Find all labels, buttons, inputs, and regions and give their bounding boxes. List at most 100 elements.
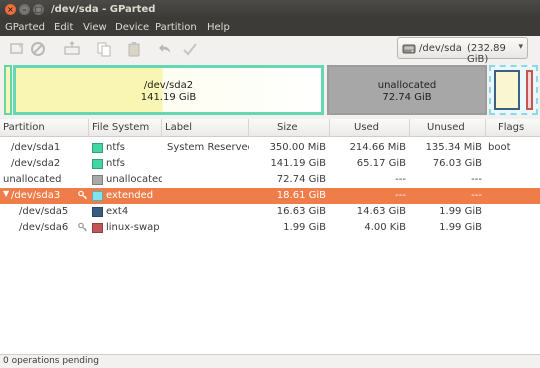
cell-used: 214.66 MiB — [349, 142, 406, 153]
column-header-file-system[interactable]: File System — [89, 119, 162, 137]
column-header-used[interactable]: Used — [330, 119, 410, 137]
column-header-unused[interactable]: Unused — [410, 119, 486, 137]
copy-icon[interactable] — [96, 41, 112, 57]
key-icon — [78, 190, 88, 203]
graphic-unallocated-size: 72.74 GiB — [382, 92, 432, 103]
cell-file-system: extended — [106, 190, 154, 201]
cell-label — [167, 172, 249, 188]
table-row[interactable]: /dev/sda5 ext4 16.63 GiB 14.63 GiB 1.99 GiB — [0, 204, 540, 220]
cell-flags — [488, 156, 538, 172]
table-row[interactable]: /dev/sda2 ntfs 141.19 GiB 65.17 GiB 76.03 Gi… — [0, 156, 540, 172]
device-name: /dev/sda — [419, 43, 462, 54]
menu-bar: GParted Edit View Device Partition Help — [0, 19, 540, 36]
partition-table: Partition File System Label Size Used Un… — [0, 119, 540, 354]
cell-used: --- — [395, 174, 406, 185]
window-title: /dev/sda - GParted — [51, 4, 156, 15]
column-header-label[interactable]: Label — [162, 119, 249, 137]
cell-unused: 135.34 MiB — [425, 142, 482, 153]
column-header-flags[interactable]: Flags — [486, 119, 540, 137]
graphic-sda2-size: 141.19 GiB — [140, 92, 197, 103]
filesystem-color-swatch — [92, 159, 103, 169]
cell-size: 350.00 MiB — [269, 142, 326, 153]
table-header: Partition File System Label Size Used Un… — [0, 119, 540, 137]
expander-icon[interactable]: ▼ — [3, 189, 9, 198]
cell-unused: --- — [471, 174, 482, 185]
cell-size: 141.19 GiB — [270, 158, 326, 169]
table-row[interactable]: /dev/sda1 ntfs System Reserved 350.00 MiB 21… — [0, 140, 540, 156]
menu-partition[interactable]: Partition — [155, 22, 197, 33]
filesystem-color-swatch — [92, 143, 103, 153]
delete-partition-icon[interactable] — [30, 41, 46, 57]
cell-file-system: ext4 — [106, 206, 129, 217]
cell-partition: /dev/sda5 — [19, 206, 69, 217]
cell-unused: 1.99 GiB — [439, 206, 482, 217]
cell-used: --- — [395, 190, 406, 201]
filesystem-color-swatch — [92, 191, 103, 201]
table-row[interactable]: /dev/sda6 linux-swap 1.99 GiB 4.00 KiB 1.99 … — [0, 220, 540, 236]
cell-label — [167, 188, 249, 204]
cell-flags — [488, 204, 538, 220]
graphic-sda2-name: /dev/sda2 — [143, 80, 194, 91]
hard-disk-icon — [402, 44, 416, 54]
cell-used: 4.00 KiB — [364, 222, 406, 233]
cell-size: 1.99 GiB — [283, 222, 326, 233]
cell-unused: --- — [471, 190, 482, 201]
cell-partition: unallocated — [3, 174, 62, 185]
menu-gparted[interactable]: GParted — [5, 22, 45, 33]
filesystem-color-swatch — [92, 223, 103, 233]
gparted-window: × – □ /dev/sda - GParted GParted Edit Vi… — [0, 0, 540, 368]
menu-help[interactable]: Help — [207, 22, 230, 33]
new-partition-icon[interactable] — [9, 41, 25, 57]
column-header-partition[interactable]: Partition — [0, 119, 89, 137]
key-icon — [78, 222, 88, 235]
cell-flags: boot — [488, 142, 511, 153]
cell-size: 72.74 GiB — [276, 174, 326, 185]
graphic-partition-sda5[interactable] — [494, 70, 520, 110]
graphic-unallocated[interactable]: unallocated 72.74 GiB — [327, 65, 487, 115]
cell-label: System Reserved — [167, 142, 249, 153]
cell-label — [167, 156, 249, 172]
cell-label — [167, 204, 249, 220]
cell-file-system: linux-swap — [106, 222, 160, 233]
graphic-unallocated-name: unallocated — [377, 80, 437, 91]
minimize-window-button[interactable]: – — [19, 4, 30, 15]
table-row[interactable]: ▼/dev/sda3 extended 18.61 GiB --- --- — [0, 188, 540, 204]
maximize-window-button[interactable]: □ — [33, 4, 44, 15]
menu-device[interactable]: Device — [115, 22, 149, 33]
cell-size: 16.63 GiB — [276, 206, 326, 217]
graphic-extended-sda3[interactable] — [489, 65, 538, 115]
filesystem-color-swatch — [92, 207, 103, 217]
resize-move-icon[interactable] — [64, 41, 80, 57]
cell-partition: /dev/sda1 — [11, 142, 61, 153]
table-row[interactable]: unallocated unallocated 72.74 GiB --- --- — [0, 172, 540, 188]
cell-unused: 1.99 GiB — [439, 222, 482, 233]
cell-file-system: ntfs — [106, 142, 125, 153]
status-text: 0 operations pending — [3, 356, 99, 366]
column-header-size[interactable]: Size — [249, 119, 330, 137]
cell-size: 18.61 GiB — [276, 190, 326, 201]
graphic-partition-sda2[interactable]: /dev/sda2 141.19 GiB — [13, 65, 324, 115]
partition-graphic: /dev/sda2 141.19 GiB unallocated 72.74 G… — [0, 62, 540, 117]
cell-used: 65.17 GiB — [356, 158, 406, 169]
cell-partition: /dev/sda2 — [11, 158, 61, 169]
status-bar: 0 operations pending — [0, 354, 540, 368]
apply-icon[interactable] — [182, 41, 198, 57]
device-selector[interactable]: /dev/sda (232.89 GiB) ▾ — [397, 37, 528, 65]
filesystem-color-swatch — [92, 175, 103, 185]
cell-unused: 76.03 GiB — [432, 158, 482, 169]
cell-label — [167, 220, 249, 236]
cell-flags — [488, 172, 538, 188]
menu-edit[interactable]: Edit — [54, 22, 73, 33]
close-window-button[interactable]: × — [5, 4, 16, 15]
cell-file-system: unallocated — [106, 174, 162, 185]
cell-flags — [488, 188, 538, 204]
undo-icon[interactable] — [156, 41, 172, 57]
chevron-down-icon: ▾ — [518, 42, 523, 52]
paste-icon[interactable] — [126, 41, 142, 57]
menu-view[interactable]: View — [83, 22, 107, 33]
graphic-partition-sda6[interactable] — [526, 70, 533, 110]
title-bar: × – □ /dev/sda - GParted — [0, 0, 540, 19]
cell-used: 14.63 GiB — [356, 206, 406, 217]
cell-file-system: ntfs — [106, 158, 125, 169]
graphic-partition-sda1[interactable] — [4, 65, 12, 115]
